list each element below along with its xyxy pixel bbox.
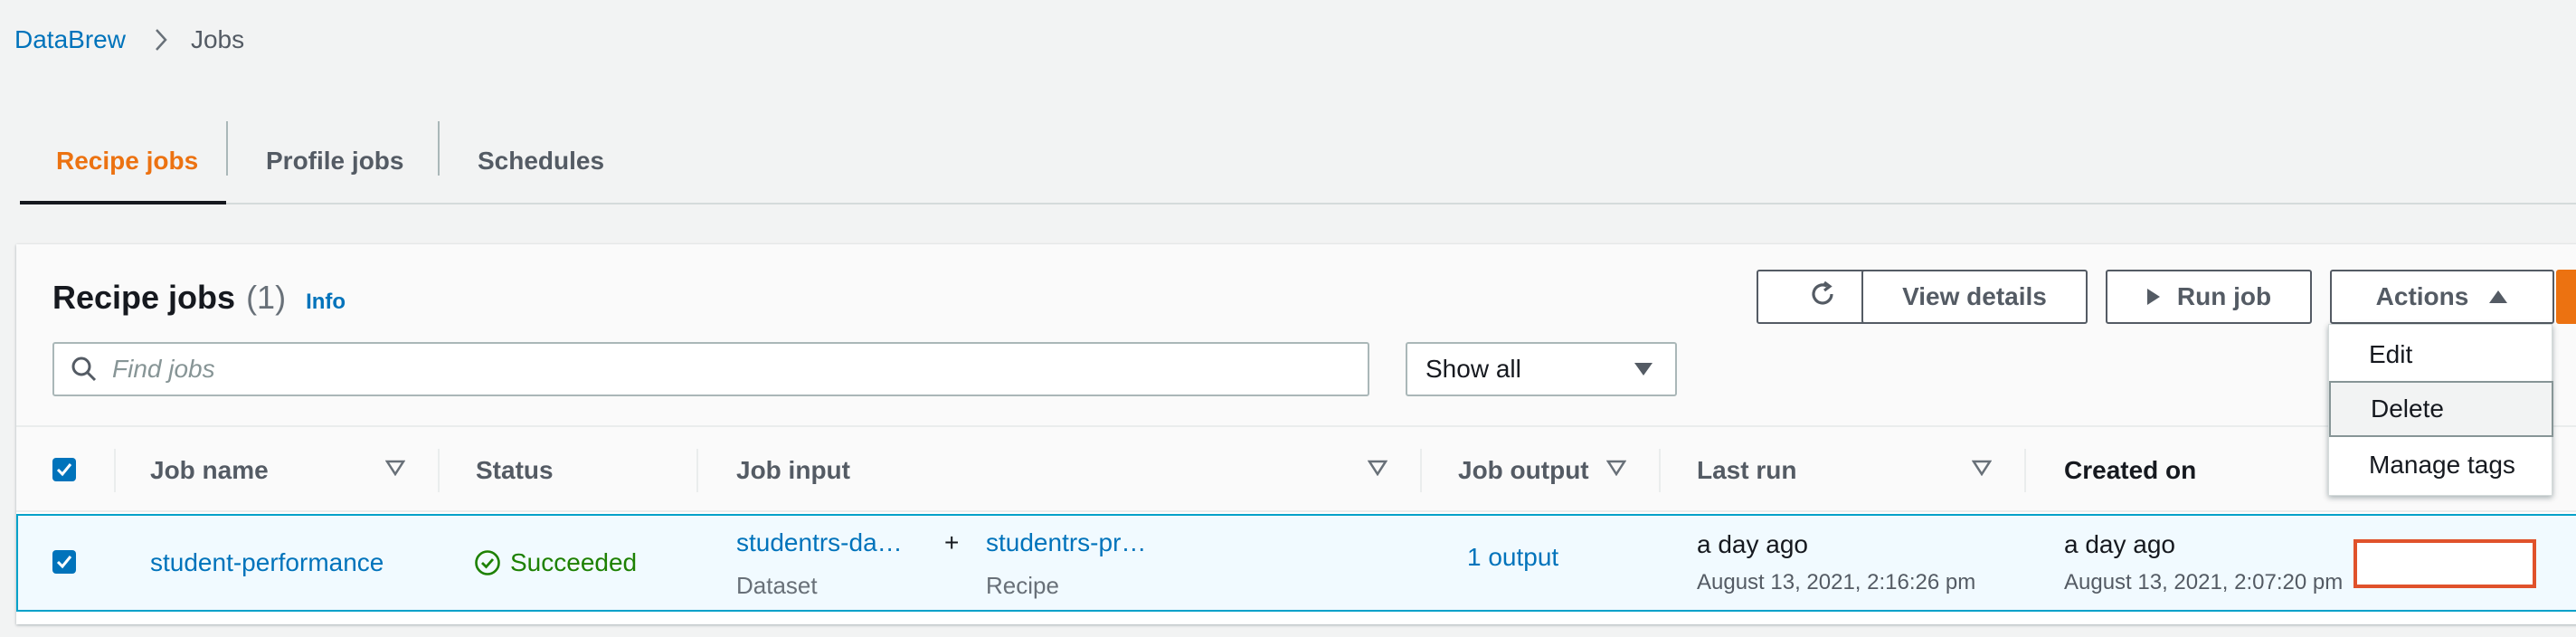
status-text: Succeeded xyxy=(510,548,638,576)
panel-title-text: Recipe jobs xyxy=(52,279,236,316)
menu-item-manage-tags[interactable]: Manage tags xyxy=(2329,437,2553,493)
last-run-relative: a day ago xyxy=(1697,530,1808,558)
caret-down-icon xyxy=(1634,362,1653,376)
tab-bar: Recipe jobs Profile jobs Schedules xyxy=(20,118,2576,204)
sort-icon[interactable] xyxy=(1367,460,1388,480)
dataset-type-label: Dataset xyxy=(736,572,818,599)
select-all-checkbox[interactable] xyxy=(52,458,76,481)
created-on-relative: a day ago xyxy=(2064,530,2175,558)
breadcrumb: DataBrew Jobs xyxy=(14,24,244,56)
column-header-created-on[interactable]: Created on xyxy=(2064,427,2196,514)
tab-divider xyxy=(438,121,440,176)
search-input[interactable] xyxy=(112,355,1288,384)
recipe-type-label: Recipe xyxy=(986,572,1059,599)
column-header-job-output[interactable]: Job output xyxy=(1458,427,1589,514)
run-job-button[interactable]: Run job xyxy=(2106,270,2312,324)
info-link[interactable]: Info xyxy=(306,290,346,315)
tab-divider xyxy=(226,121,228,176)
tab-schedules[interactable]: Schedules xyxy=(478,118,604,204)
actions-label: Actions xyxy=(2375,282,2469,310)
plus-sign: + xyxy=(944,528,960,556)
run-job-label: Run job xyxy=(2176,282,2272,310)
job-name-link[interactable]: student-performance xyxy=(150,548,384,577)
breadcrumb-current: Jobs xyxy=(190,25,245,53)
chevron-right-icon xyxy=(151,24,171,56)
job-count: (1) xyxy=(246,279,287,316)
sort-icon[interactable] xyxy=(1605,460,1627,480)
column-divider xyxy=(438,449,440,492)
row-checkbox[interactable] xyxy=(52,550,76,574)
column-divider xyxy=(2024,449,2026,492)
column-divider xyxy=(1659,449,1661,492)
column-divider xyxy=(114,449,116,492)
column-divider xyxy=(1420,449,1422,492)
dataset-link[interactable]: studentrs-da… xyxy=(736,528,903,557)
created-on-timestamp: August 13, 2021, 2:07:20 pm xyxy=(2064,570,2344,594)
table-row[interactable]: student-performance Succeeded studentrs-… xyxy=(16,514,2576,612)
play-icon xyxy=(2146,288,2161,306)
actions-dropdown-menu: Edit Delete Manage tags xyxy=(2328,324,2553,496)
table-header: Job name Status Job input Job output Las… xyxy=(16,425,2576,512)
column-header-job-input[interactable]: Job input xyxy=(736,427,850,514)
caret-up-icon xyxy=(2488,290,2508,304)
panel-title: Recipe jobs (1) Info xyxy=(52,279,346,317)
status-filter-value: Show all xyxy=(1425,355,1521,383)
tab-recipe-jobs[interactable]: Recipe jobs xyxy=(56,118,198,204)
sort-icon[interactable] xyxy=(1971,460,1993,480)
status-filter-select[interactable]: Show all xyxy=(1406,342,1677,396)
actions-button[interactable]: Actions xyxy=(2330,270,2554,324)
active-tab-indicator xyxy=(20,201,226,204)
column-header-status: Status xyxy=(476,456,554,484)
tab-profile-jobs[interactable]: Profile jobs xyxy=(266,118,403,204)
breadcrumb-databrew-link[interactable]: DataBrew xyxy=(14,25,126,54)
search-icon xyxy=(71,356,98,383)
check-circle-icon xyxy=(474,549,501,576)
menu-item-delete[interactable]: Delete xyxy=(2329,381,2553,437)
search-box[interactable] xyxy=(52,342,1369,396)
highlight-box xyxy=(2353,539,2536,588)
column-divider xyxy=(696,449,698,492)
recipe-link[interactable]: studentrs-pr… xyxy=(986,528,1146,557)
create-job-button[interactable] xyxy=(2556,270,2576,324)
status-badge: Succeeded xyxy=(474,548,637,577)
sort-icon[interactable] xyxy=(384,460,406,480)
last-run-timestamp: August 13, 2021, 2:16:26 pm xyxy=(1697,570,1976,594)
job-output-link[interactable]: 1 output xyxy=(1467,543,1558,572)
column-header-last-run[interactable]: Last run xyxy=(1697,427,1796,514)
view-details-button[interactable]: View details xyxy=(1861,270,2088,324)
refresh-icon xyxy=(1807,279,1838,316)
menu-item-edit[interactable]: Edit xyxy=(2329,327,2553,383)
column-header-job-name[interactable]: Job name xyxy=(150,427,269,514)
